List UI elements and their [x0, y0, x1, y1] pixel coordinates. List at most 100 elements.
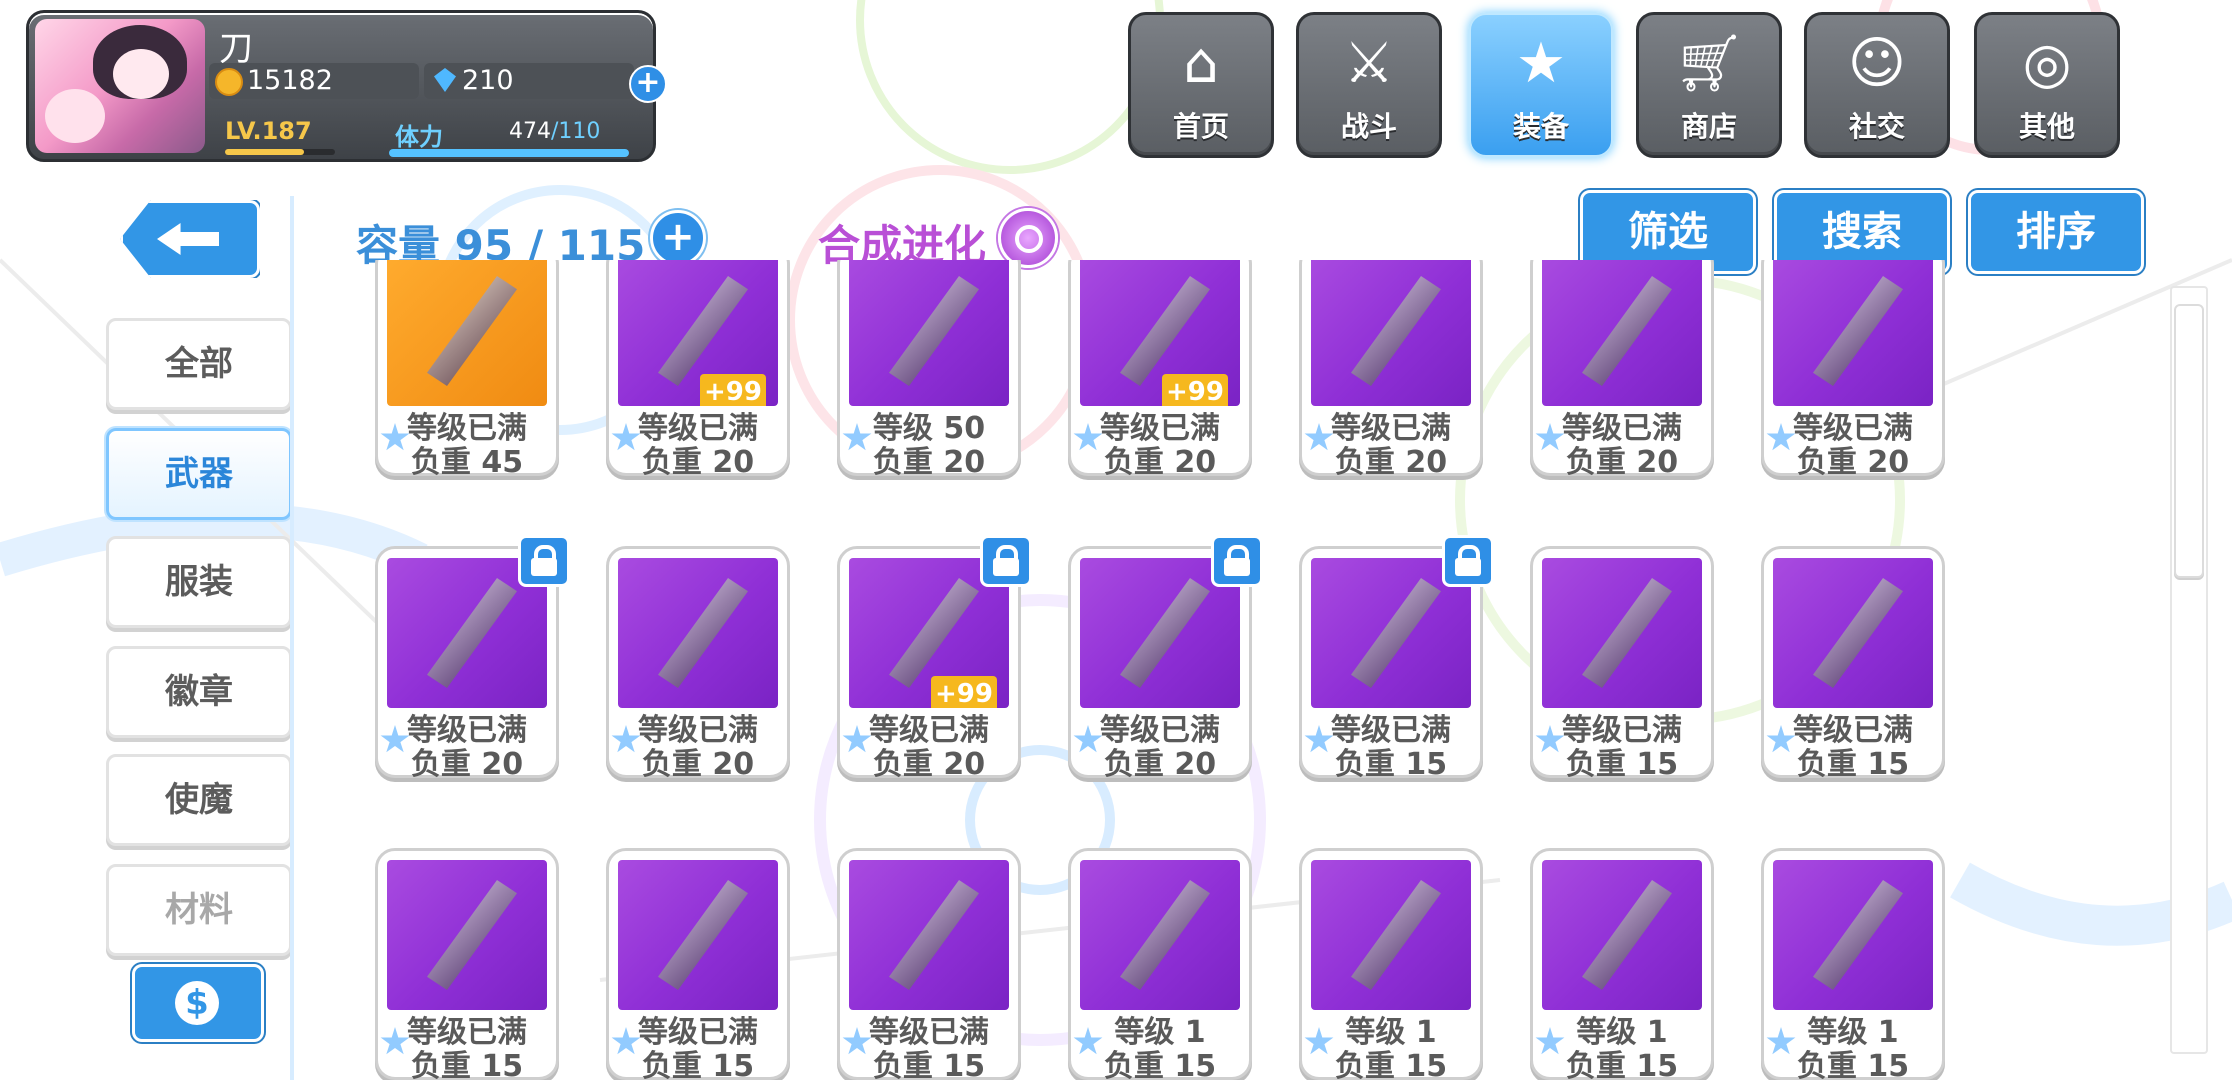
- player-level: LV.187: [225, 117, 312, 145]
- back-button[interactable]: [120, 200, 260, 278]
- bread-icon: [1813, 276, 1903, 386]
- coin-value: 15182: [247, 65, 333, 96]
- item-card[interactable]: 等级已满 负重 15: [375, 848, 559, 1080]
- item-weight: 负重 20: [1796, 445, 1910, 480]
- item-card[interactable]: 等级已满 负重 20: [1068, 535, 1263, 782]
- item-card[interactable]: 等级 1 负重 15: [1761, 848, 1945, 1080]
- item-thumbnail: +99: [618, 260, 778, 406]
- tab-materials[interactable]: 材料: [106, 864, 292, 956]
- tab-badge[interactable]: 徽章: [106, 646, 292, 738]
- rifle-icon: [427, 880, 517, 990]
- nav-equipment-label: 装备: [1512, 110, 1569, 143]
- nav-social-label: 社交: [1848, 110, 1905, 143]
- dark-blade-icon: [1582, 578, 1672, 688]
- gauntlet-icon: [1351, 276, 1441, 386]
- item-weight: 负重 20: [1334, 445, 1448, 480]
- stamina-current: 474: [509, 119, 551, 144]
- sort-button[interactable]: 排序: [1968, 190, 2144, 274]
- item-card[interactable]: +99 等级已满 负重 20: [1068, 260, 1252, 480]
- nav-shop-button[interactable]: 🛒︎ 商店: [1636, 12, 1782, 158]
- item-weight: 负重 15: [641, 1049, 755, 1080]
- shop-icon: 🛒︎: [1673, 31, 1745, 96]
- expand-capacity-button[interactable]: +: [650, 210, 706, 266]
- crown-orb-icon: [1120, 276, 1210, 386]
- equipment-icon: ★: [1515, 31, 1567, 96]
- item-thumbnail: [1773, 558, 1933, 708]
- item-card[interactable]: 等级已满 负重 20: [1761, 260, 1945, 480]
- player-avatar[interactable]: [35, 19, 205, 153]
- item-grid: 等级已满 负重 45 +99 等级已满 负重 20 等级 50 负重 20 +99 等级已满 负重…: [370, 260, 1970, 1080]
- perfume-bottle-icon: [658, 578, 748, 688]
- social-icon: ☺: [1847, 31, 1907, 96]
- item-card[interactable]: +99 等级已满 负重 20: [606, 260, 790, 480]
- item-weight: 负重 45: [410, 445, 524, 480]
- stamina-max: /110: [551, 119, 601, 144]
- nav-equipment-button[interactable]: ★ 装备: [1468, 12, 1614, 158]
- item-weight: 负重 15: [1565, 1049, 1679, 1080]
- item-card[interactable]: 等级 1 负重 15: [1068, 848, 1252, 1080]
- lantern-icon: [1582, 276, 1672, 386]
- item-card[interactable]: 等级已满 负重 15: [1530, 546, 1714, 782]
- nav-home-button[interactable]: ⌂ 首页: [1128, 12, 1274, 158]
- coin-icon: [215, 68, 243, 96]
- item-weight: 负重 15: [1796, 747, 1910, 782]
- item-card[interactable]: 等级已满 负重 20: [1530, 260, 1714, 480]
- coin-counter: 15182: [209, 63, 419, 99]
- item-thumbnail: +99: [1080, 260, 1240, 406]
- item-thumbnail: [1542, 860, 1702, 1010]
- item-card[interactable]: +99 等级已满 负重 20: [837, 535, 1032, 782]
- nav-other-button[interactable]: ◎ 其他: [1974, 12, 2120, 158]
- nav-social-button[interactable]: ☺ 社交: [1804, 12, 1950, 158]
- nav-battle-button[interactable]: ⚔ 战斗: [1296, 12, 1442, 158]
- item-card[interactable]: 等级已满 负重 20: [1299, 260, 1483, 480]
- lock-icon[interactable]: [980, 535, 1032, 587]
- item-card[interactable]: 等级已满 负重 15: [606, 848, 790, 1080]
- item-thumbnail: [387, 260, 547, 406]
- player-profile-panel[interactable]: 刀 15182 210 + LV.187 体力 474/110: [26, 10, 667, 162]
- other-icon: ◎: [2022, 31, 2072, 96]
- lock-icon[interactable]: [1211, 535, 1263, 587]
- stack-count-badge: +99: [931, 676, 997, 708]
- lock-icon[interactable]: [1442, 535, 1494, 587]
- gem-counter: 210: [424, 63, 634, 99]
- item-card[interactable]: 等级已满 负重 20: [375, 535, 570, 782]
- avatar-face: [113, 49, 169, 99]
- item-weight: 负重 15: [1565, 747, 1679, 782]
- stamina-progress-fill: [389, 149, 629, 157]
- item-card[interactable]: 等级 50 负重 20: [837, 260, 1021, 480]
- item-card[interactable]: 等级已满 负重 15: [837, 848, 1021, 1080]
- item-thumbnail: [1542, 260, 1702, 406]
- tab-all[interactable]: 全部: [106, 318, 292, 410]
- gear-staff-icon: [889, 880, 979, 990]
- evolution-icon[interactable]: [998, 208, 1058, 268]
- tab-weapons[interactable]: 武器: [106, 428, 292, 520]
- item-thumbnail: [1311, 860, 1471, 1010]
- item-card[interactable]: 等级 1 负重 15: [1530, 848, 1714, 1080]
- add-gems-button[interactable]: +: [629, 65, 667, 103]
- item-weight: 负重 15: [1796, 1049, 1910, 1080]
- egg-staff-icon: [1351, 880, 1441, 990]
- item-weight: 负重 20: [1103, 747, 1217, 782]
- item-card[interactable]: 等级 1 负重 15: [1299, 848, 1483, 1080]
- item-card[interactable]: 等级已满 负重 15: [1299, 535, 1494, 782]
- lock-icon[interactable]: [518, 535, 570, 587]
- item-card[interactable]: 等级已满 负重 20: [606, 546, 790, 782]
- disc-device-icon: [1582, 880, 1672, 990]
- stack-count-badge: +99: [1162, 374, 1228, 406]
- lance-icon: [1120, 578, 1210, 688]
- tab-costume[interactable]: 服装: [106, 536, 292, 628]
- stack-count-badge: +99: [700, 374, 766, 406]
- item-thumbnail: [618, 860, 778, 1010]
- currency-button[interactable]: $: [132, 964, 264, 1042]
- scythe-icon: [1813, 880, 1903, 990]
- nav-other-label: 其他: [2018, 110, 2075, 143]
- tab-familiar[interactable]: 使魔: [106, 754, 292, 846]
- potion-bottle-icon: [427, 578, 517, 688]
- level-progress-fill: [225, 149, 305, 155]
- item-weight: 负重 20: [872, 445, 986, 480]
- item-card[interactable]: 等级已满 负重 45: [375, 260, 559, 480]
- item-card[interactable]: 等级已满 负重 15: [1761, 546, 1945, 782]
- sword-icon: [658, 276, 748, 386]
- item-weight: 负重 20: [641, 445, 755, 480]
- scrollbar-thumb[interactable]: [2174, 304, 2204, 578]
